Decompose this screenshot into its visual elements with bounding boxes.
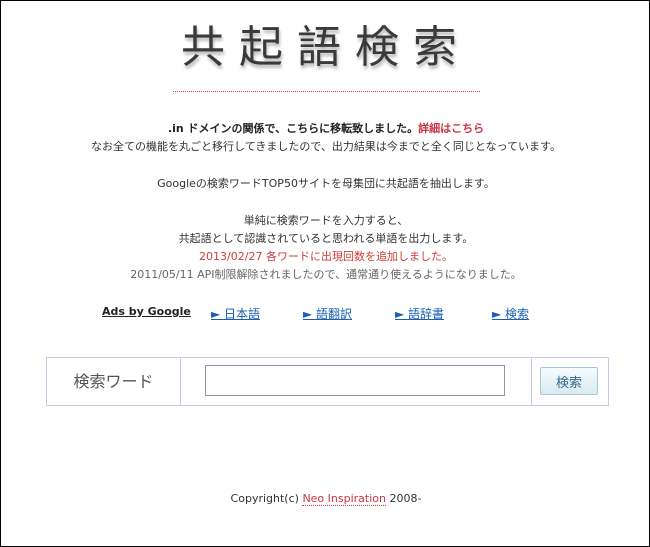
description-line-3: 共起語として認識されていると思われる単語を出力します。 — [178, 232, 474, 245]
migration-note: なお全ての機能を丸ごと移行してきましたので、出力結果は今までと全く同じとなってい… — [91, 140, 561, 153]
search-divider — [531, 358, 532, 405]
ads-row: Ads by Google ► 日本語 ► 語翻訳 ► 語辞書 ► 検索 — [1, 305, 649, 323]
update-note-2011: 2011/05/11 API制限解除されましたので、通常通り使えるようになりまし… — [130, 268, 522, 281]
logo-divider — [173, 91, 480, 92]
search-label: 検索ワード — [47, 358, 181, 405]
ad-link-search[interactable]: ► 検索 — [492, 305, 529, 322]
footer: Copyright(c) Neo Inspiration 2008- — [1, 492, 649, 506]
description-line-1: Googleの検索ワードTOP50サイトを母集団に共起語を抽出します。 — [157, 177, 495, 190]
ads-by-google-label[interactable]: Ads by Google — [102, 305, 191, 318]
search-button[interactable]: 検索 — [540, 367, 598, 395]
ad-link-translation[interactable]: ► 語翻訳 — [303, 305, 352, 322]
copyright-suffix: 2008- — [385, 492, 422, 505]
details-link[interactable]: 詳細はこちら — [418, 122, 484, 135]
notice-text: ドメインの関係で、こちらに移転致しました。 — [183, 122, 419, 135]
neo-inspiration-link[interactable]: Neo Inspiration — [302, 492, 386, 506]
notice-domain: .in — [167, 122, 184, 135]
description-line-2: 単純に検索ワードを入力すると、 — [243, 214, 409, 227]
copyright-prefix: Copyright(c) — [230, 492, 303, 505]
relocation-notice: .in ドメインの関係で、こちらに移転致しました。詳細はこちら — [1, 120, 649, 138]
site-logo[interactable]: 共起語検索 — [1, 11, 649, 75]
update-note-2013: 2013/02/27 各ワードに出現回数を追加しました。 — [199, 250, 453, 263]
search-input[interactable] — [205, 365, 505, 396]
ad-link-dictionary[interactable]: ► 語辞書 — [395, 305, 444, 322]
page-frame: 共起語検索 .in ドメインの関係で、こちらに移転致しました。詳細はこちら なお… — [0, 0, 650, 547]
search-form: 検索ワード 検索 — [46, 357, 609, 406]
ad-link-japanese[interactable]: ► 日本語 — [211, 305, 260, 322]
